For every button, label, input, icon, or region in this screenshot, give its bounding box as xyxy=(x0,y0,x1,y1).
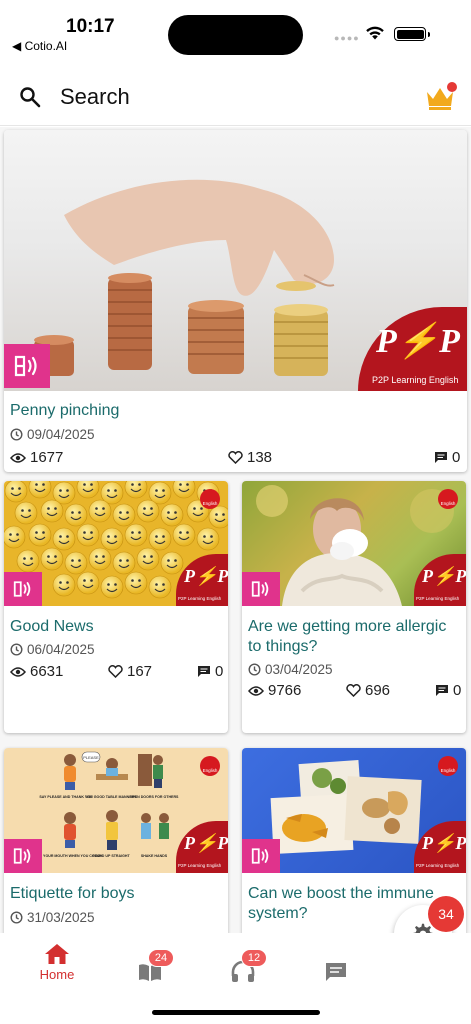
back-to-app-link[interactable]: ◀ Cotio.AI xyxy=(12,39,67,53)
article-card[interactable]: PLEASE SAY PLEASE AND THANK YOU USE GOOD… xyxy=(4,748,228,933)
reading-badge: 24 xyxy=(148,949,174,967)
svg-text:PLEASE: PLEASE xyxy=(83,755,99,760)
search-icon[interactable] xyxy=(18,85,42,109)
article-title[interactable]: Good News xyxy=(10,617,94,637)
audio-icon[interactable] xyxy=(4,839,42,873)
views-count: 9766 xyxy=(248,682,301,699)
nav-home-label: Home xyxy=(39,967,75,982)
comment-icon xyxy=(435,452,447,463)
svg-text:OPEN DOORS FOR OTHERS: OPEN DOORS FOR OTHERS xyxy=(130,795,180,799)
status-time: 10:17 xyxy=(66,16,115,37)
home-icon xyxy=(45,944,69,964)
top-bar: Search xyxy=(0,68,471,126)
english-logo: English xyxy=(438,756,458,776)
listening-badge: 12 xyxy=(241,949,267,967)
clock-icon xyxy=(10,911,23,924)
svg-text:SHAKE HANDS: SHAKE HANDS xyxy=(141,854,168,858)
nav-home[interactable]: Home xyxy=(27,943,87,982)
comments-count[interactable]: 0 xyxy=(435,682,461,699)
article-date: 31/03/2025 xyxy=(10,910,95,925)
article-date: 09/04/2025 xyxy=(10,427,95,442)
svg-text:STAND UP STRAIGHT: STAND UP STRAIGHT xyxy=(92,854,130,858)
chat-icon xyxy=(326,963,346,981)
home-indicator xyxy=(152,1010,320,1015)
english-logo: English xyxy=(200,489,220,509)
likes-count[interactable]: 696 xyxy=(346,682,390,699)
eye-icon xyxy=(10,666,26,677)
heart-icon xyxy=(228,451,243,464)
heart-icon xyxy=(108,665,123,678)
eye-icon xyxy=(10,452,26,463)
comment-icon xyxy=(436,685,448,696)
comment-icon xyxy=(198,666,210,677)
wifi-icon xyxy=(366,26,384,40)
search-input[interactable]: Search xyxy=(60,84,130,110)
article-card[interactable]: English P⚡P P2P Learning English Are we … xyxy=(242,481,466,733)
eye-icon xyxy=(248,685,264,696)
premium-notification-dot xyxy=(447,82,457,92)
article-date: 06/04/2025 xyxy=(10,642,95,657)
nav-messages[interactable] xyxy=(306,943,366,983)
clock-icon xyxy=(10,428,23,441)
clock-icon xyxy=(10,643,23,656)
article-thumbnail[interactable]: P⚡P P2P Learning English xyxy=(4,130,467,391)
english-logo: English xyxy=(200,756,220,776)
article-feed[interactable]: P⚡P P2P Learning English Penny pinching … xyxy=(0,127,471,933)
article-card[interactable]: P⚡P P2P Learning English Penny pinching … xyxy=(4,130,467,472)
views-count: 1677 xyxy=(10,449,63,466)
likes-count[interactable]: 138 xyxy=(228,449,272,466)
article-title[interactable]: Penny pinching xyxy=(10,401,119,421)
fab-badge: 34 xyxy=(428,896,464,932)
status-bar: 10:17 ◀ Cotio.AI ●●●● xyxy=(0,0,471,64)
cellular-signal-icon: ●●●● xyxy=(334,33,360,43)
comments-count[interactable]: 0 xyxy=(197,663,223,680)
audio-icon[interactable] xyxy=(4,344,50,388)
audio-icon[interactable] xyxy=(242,572,280,606)
article-thumbnail[interactable]: English P⚡P P2P Learning English xyxy=(242,748,466,873)
article-thumbnail[interactable]: English P⚡P P2P Learning English xyxy=(242,481,466,606)
comments-count[interactable]: 0 xyxy=(434,449,460,466)
article-title[interactable]: Are we getting more allergic to things? xyxy=(248,617,460,657)
likes-count[interactable]: 167 xyxy=(108,663,152,680)
dynamic-island xyxy=(168,15,303,55)
article-thumbnail[interactable]: English P⚡P P2P Learning English xyxy=(4,481,228,606)
english-logo: English xyxy=(438,489,458,509)
battery-icon xyxy=(394,27,430,41)
views-count: 6631 xyxy=(10,663,63,680)
article-thumbnail[interactable]: PLEASE SAY PLEASE AND THANK YOU USE GOOD… xyxy=(4,748,228,873)
audio-icon[interactable] xyxy=(4,572,42,606)
audio-icon[interactable] xyxy=(242,839,280,873)
heart-icon xyxy=(346,684,361,697)
clock-icon xyxy=(248,663,261,676)
article-card[interactable]: English P⚡P P2P Learning English Good Ne… xyxy=(4,481,228,733)
article-title[interactable]: Etiquette for boys xyxy=(10,884,135,904)
article-date: 03/04/2025 xyxy=(248,662,333,677)
